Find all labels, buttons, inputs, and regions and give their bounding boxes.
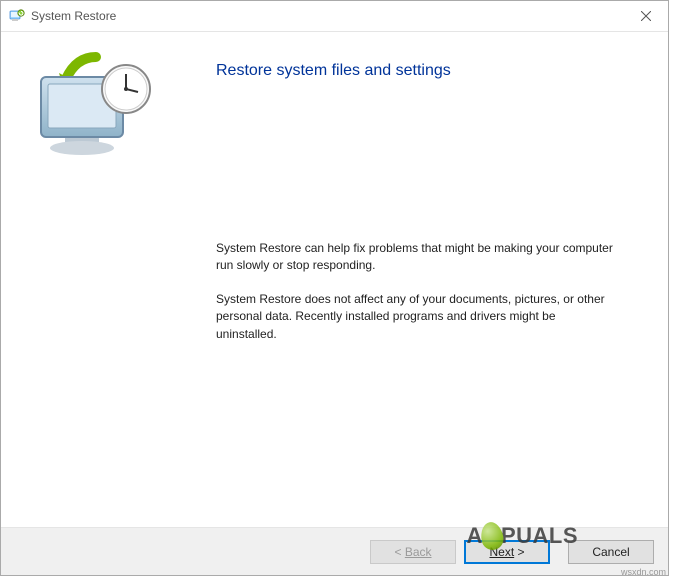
wizard-sidebar bbox=[1, 32, 191, 527]
window-title: System Restore bbox=[31, 9, 116, 23]
cancel-button[interactable]: Cancel bbox=[568, 540, 654, 564]
close-button[interactable] bbox=[623, 1, 668, 31]
description-paragraph-2: System Restore does not affect any of yo… bbox=[216, 291, 616, 343]
wizard-content: Restore system files and settings System… bbox=[191, 32, 668, 527]
dialog-body: Restore system files and settings System… bbox=[1, 31, 668, 528]
system-restore-icon bbox=[9, 8, 25, 24]
source-watermark: wsxdn.com bbox=[621, 567, 666, 577]
description-paragraph-1: System Restore can help fix problems tha… bbox=[216, 240, 616, 275]
page-heading: Restore system files and settings bbox=[216, 62, 628, 80]
titlebar: System Restore bbox=[1, 1, 668, 31]
system-restore-window: System Restore bbox=[0, 0, 669, 576]
restore-monitor-clock-icon bbox=[21, 47, 171, 167]
appuals-watermark-logo: APUALS bbox=[467, 522, 578, 550]
back-button: < Back bbox=[370, 540, 456, 564]
